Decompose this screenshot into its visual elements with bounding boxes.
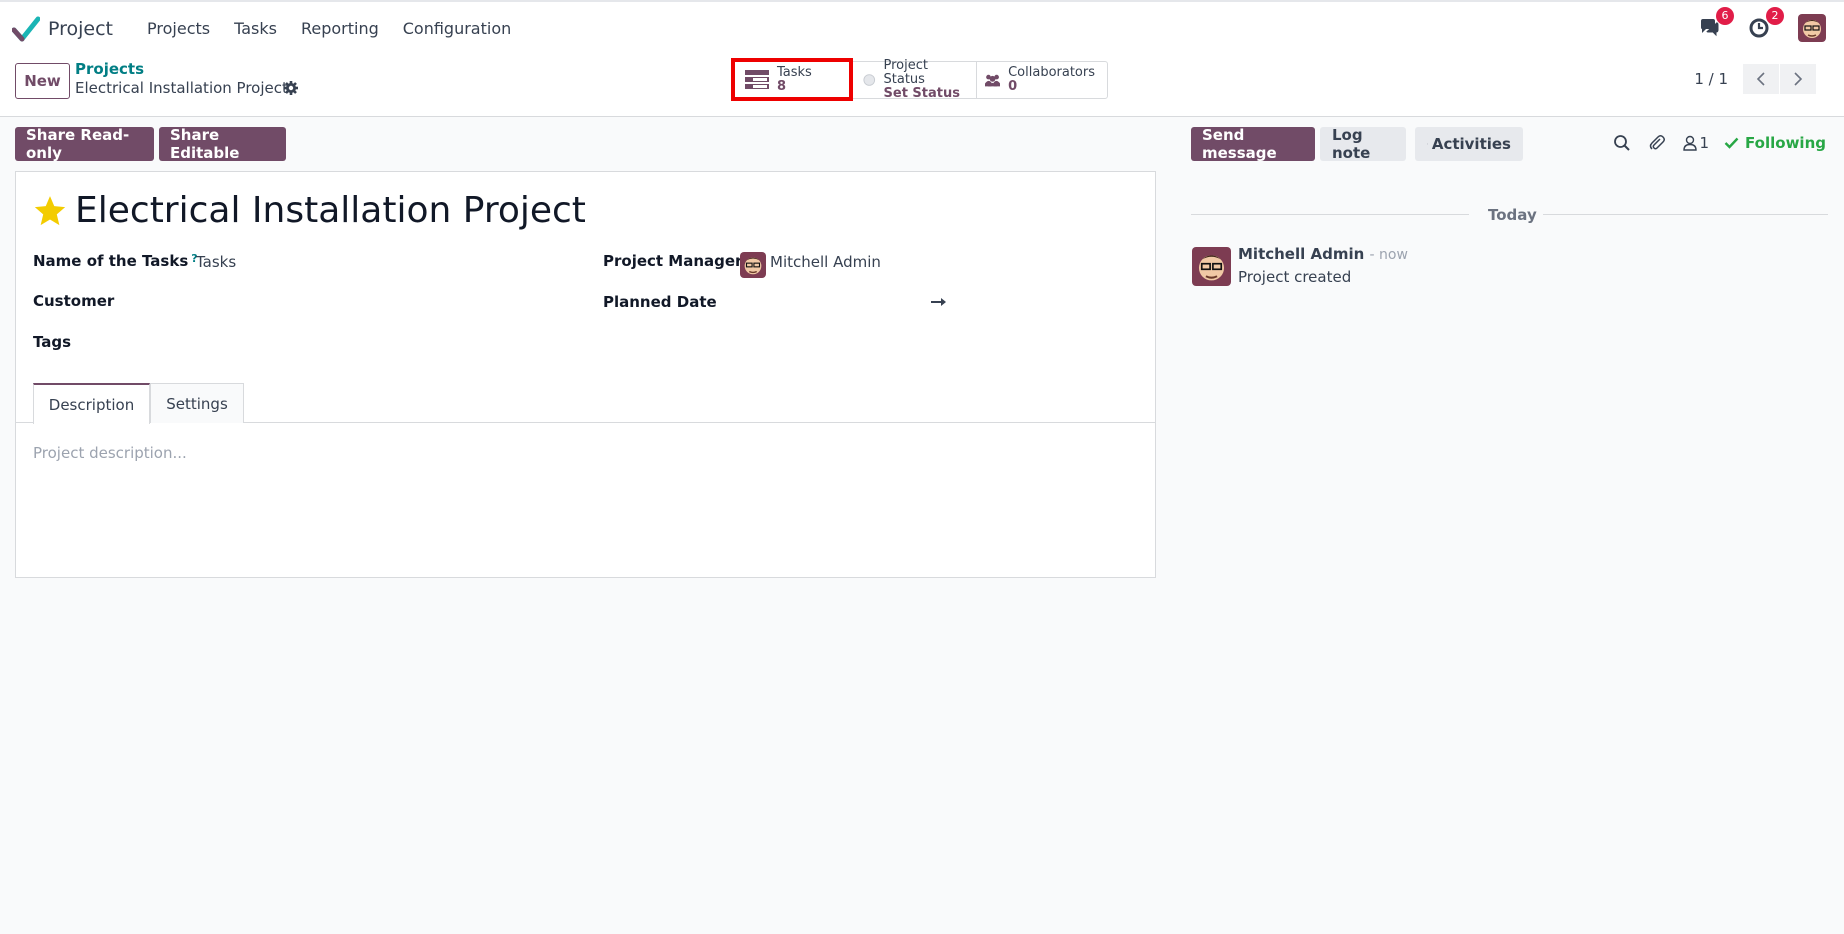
menu-configuration[interactable]: Configuration (391, 19, 524, 38)
tasks-highlight-box (731, 58, 853, 101)
project-title[interactable]: Electrical Installation Project (75, 190, 586, 231)
new-button[interactable]: New (15, 63, 70, 99)
paperclip-icon[interactable] (1648, 134, 1666, 152)
search-icon[interactable] (1613, 134, 1631, 152)
activities-button[interactable]: 2 (1748, 7, 1784, 40)
share-readonly-button[interactable]: Share Read-only (15, 126, 154, 162)
collaborators-smart-button[interactable]: Collaborators 0 (977, 62, 1107, 98)
date-divider-left (1191, 214, 1469, 215)
project-manager-label: Project Manager (603, 252, 743, 270)
control-panel: New Projects Electrical Installation Pro… (0, 55, 1844, 117)
project-status-smart-button[interactable]: Project Status Set Status (853, 58, 977, 101)
app-name: Project (48, 17, 114, 40)
share-editable-button[interactable]: Share Editable (159, 126, 286, 162)
activities-label: Activities (1431, 135, 1511, 153)
app-brand[interactable]: Project (12, 15, 113, 43)
date-divider-right (1543, 214, 1828, 215)
menu-projects[interactable]: Projects (135, 19, 222, 38)
followers-count: 1 (1699, 134, 1710, 152)
check-icon (1724, 137, 1739, 149)
activities-badge: 2 (1766, 7, 1784, 25)
pager-next-button[interactable] (1780, 64, 1816, 94)
planned-date-label: Planned Date (603, 293, 717, 311)
tasks-name-label: Name of the Tasks? (33, 252, 198, 270)
collaborators-count: 0 (1008, 79, 1018, 94)
messages-badge: 6 (1716, 7, 1734, 25)
manager-avatar (740, 252, 766, 278)
menu-reporting[interactable]: Reporting (289, 19, 391, 38)
pager: 1 / 1 (1694, 64, 1816, 94)
pager-value[interactable]: 1 / 1 (1694, 70, 1728, 88)
users-icon (985, 74, 1001, 87)
clock-icon (1427, 143, 1428, 145)
message-time: - now (1369, 247, 1408, 263)
top-navbar: Project Projects Tasks Reporting Configu… (0, 0, 1844, 55)
message-author-name: Mitchell Admin (1238, 245, 1365, 263)
activities-button-chatter[interactable]: Activities (1415, 127, 1523, 161)
user-icon (1682, 135, 1697, 151)
message-author-avatar[interactable] (1192, 247, 1231, 286)
project-manager-field[interactable]: Mitchell Admin (770, 253, 881, 271)
tab-settings[interactable]: Settings (150, 383, 244, 423)
date-separator: Today (1488, 206, 1537, 224)
following-button[interactable]: Following (1724, 134, 1826, 152)
pager-previous-button[interactable] (1743, 64, 1779, 94)
form-sheet: Electrical Installation Project Name of … (15, 171, 1156, 578)
gear-icon[interactable] (283, 80, 299, 96)
tags-label: Tags (33, 333, 72, 351)
log-note-button[interactable]: Log note (1320, 126, 1406, 162)
description-editor[interactable]: Project description... (33, 444, 187, 462)
tasks-name-field[interactable]: Tasks (196, 253, 236, 271)
notebook-tabs: Description Settings (16, 383, 1155, 424)
chatter-tools: 1 Following (1613, 134, 1826, 152)
collaborators-label: Collaborators (1008, 65, 1095, 80)
followers-button[interactable]: 1 (1682, 134, 1710, 152)
title-row: Electrical Installation Project (33, 190, 586, 231)
favorite-star-icon[interactable] (33, 194, 67, 228)
user-avatar[interactable] (1798, 14, 1826, 42)
set-status-value: Set Status (883, 86, 960, 101)
chatter-actions: Send message Log note Activities (1191, 126, 1532, 162)
status-circle-icon (863, 74, 876, 86)
arrow-right-icon (931, 298, 946, 306)
customer-label: Customer (33, 292, 115, 310)
tab-description[interactable]: Description (33, 383, 150, 424)
main-menu: Projects Tasks Reporting Configuration (135, 19, 523, 38)
breadcrumb-projects[interactable]: Projects (75, 60, 144, 78)
form-action-row: Share Read-only Share Editable (15, 126, 291, 162)
following-label: Following (1745, 134, 1826, 152)
chevron-left-icon (1756, 72, 1765, 86)
breadcrumb-current: Electrical Installation Project (75, 79, 288, 97)
systray: 6 2 (1698, 7, 1828, 42)
send-message-button[interactable]: Send message (1191, 126, 1315, 162)
message-body: Project created (1238, 268, 1352, 286)
project-logo-icon (12, 16, 40, 41)
project-status-label: Project Status (883, 58, 928, 87)
menu-tasks[interactable]: Tasks (222, 19, 289, 38)
tasks-name-label-text: Name of the Tasks (33, 252, 189, 270)
message-author[interactable]: Mitchell Admin - now (1238, 245, 1408, 263)
chevron-right-icon (1794, 72, 1803, 86)
messages-button[interactable]: 6 (1698, 7, 1734, 40)
